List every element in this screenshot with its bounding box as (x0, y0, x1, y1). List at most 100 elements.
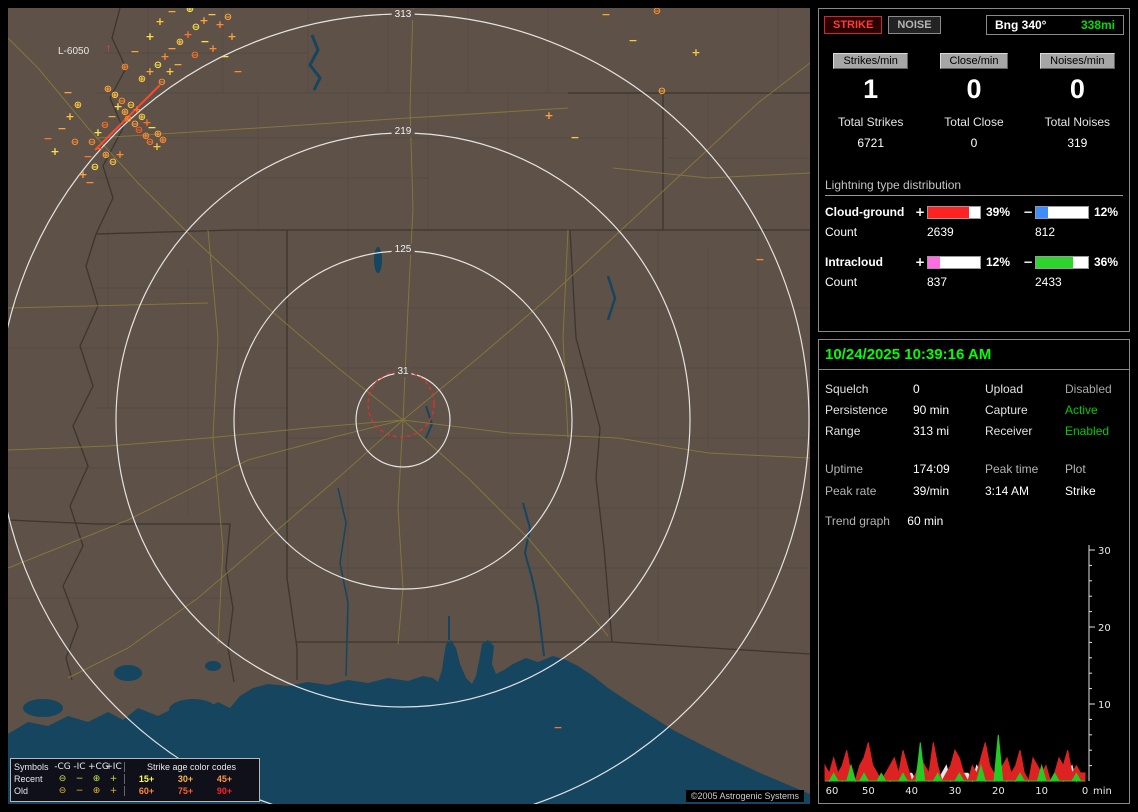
strikes-per-min-value: 1 (863, 74, 879, 104)
svg-text:⊖: ⊖ (658, 86, 666, 97)
svg-text:−: − (85, 176, 94, 189)
datetime-display: 10/24/2025 10:39:16 AM (819, 340, 1129, 370)
strike-button[interactable]: STRIKE (824, 16, 883, 34)
cg-positive-count: 2639 (927, 225, 954, 239)
circled-minus-icon: ⊖ (58, 774, 67, 784)
age-code: 90+ (216, 786, 233, 796)
lightning-map[interactable]: ⊕ ⊕ ⊖ + ⊕ ⊖ + ⊕ ⊖ ⊕ + ⊖ ⊕ − ⊕ ⊖ + ⊕ − ⊖ + ⊖ − ⊕ ⊖ + − ⊖ + − ⊕ + ⊖ + − ⊕ + ⊖ + −… (8, 8, 810, 804)
svg-text:−: − (63, 86, 72, 99)
svg-text:10: 10 (1098, 700, 1111, 711)
ic-positive-count: 837 (927, 275, 948, 289)
bearing-value: Bng 340° (995, 18, 1047, 32)
legend-col-neg-cg: -CG (54, 762, 71, 772)
bearing-display: Bng 340° 338mi (986, 15, 1124, 35)
intracloud-label: Intracloud (825, 255, 884, 269)
cg-positive-pct: 39% (986, 205, 1011, 219)
total-close-label: Total Close (944, 115, 1004, 129)
svg-text:⊕: ⊕ (121, 62, 129, 73)
age-code: 60+ (138, 786, 155, 796)
cg-negative-pct: 12% (1094, 205, 1119, 219)
squelch-label: Squelch (825, 382, 869, 396)
svg-text:−: − (130, 45, 139, 58)
close-per-min-badge[interactable]: Close/min (939, 53, 1009, 69)
cg-positive-bar (927, 205, 981, 219)
legend-symbols-header: Symbols (14, 762, 49, 772)
plot-label: Plot (1065, 462, 1086, 476)
svg-text:−: − (220, 50, 229, 63)
total-noises-label: Total Noises (1044, 115, 1111, 129)
svg-text:50: 50 (862, 786, 875, 797)
copyright-notice: ©2005 Astrogenic Systems (685, 790, 804, 802)
svg-text:⊕: ⊕ (186, 8, 194, 15)
svg-text:10: 10 (1035, 786, 1048, 797)
status-fields: Squelch 0 Upload Disabled Persistence 90… (819, 370, 1129, 438)
circled-minus-icon: ⊖ (58, 786, 67, 796)
lakes (23, 247, 382, 721)
svg-text:⊕: ⊕ (159, 135, 167, 146)
legend-col-pos-ic: +IC (105, 762, 122, 772)
cg-negative-bar (1035, 205, 1089, 219)
cg-negative-count: 812 (1035, 225, 1056, 239)
circled-plus-icon: ⊕ (92, 786, 101, 796)
age-code: 15+ (138, 774, 155, 784)
minus-sign: − (1022, 255, 1034, 269)
noises-per-min-value: 0 (1069, 74, 1085, 104)
svg-text:−: − (755, 253, 764, 266)
storm-direction-icon: ↑ (106, 43, 111, 54)
minus-icon: − (75, 786, 84, 796)
total-noises-value: 319 (1067, 136, 1088, 150)
bearing-range-value: 338mi (1080, 18, 1115, 32)
range-ring-label: 31 (394, 366, 412, 377)
noise-button[interactable]: NOISE (888, 16, 941, 34)
storm-cell-label: L-6050 (58, 46, 90, 57)
squelch-value: 0 (913, 382, 920, 396)
distribution-header: Lightning type distribution (825, 178, 1123, 196)
plus-sign: + (914, 205, 926, 219)
close-per-min-value: 0 (966, 74, 982, 104)
svg-text:−: − (173, 58, 182, 71)
svg-text:30: 30 (949, 786, 962, 797)
svg-text:20: 20 (992, 786, 1005, 797)
ic-positive-pct: 12% (986, 255, 1011, 269)
range-label: Range (825, 424, 861, 438)
count-label: Count (825, 225, 858, 239)
svg-text:⊖: ⊖ (224, 12, 232, 23)
svg-text:20: 20 (1098, 623, 1111, 634)
cloud-ground-label: Cloud-ground (825, 205, 905, 219)
range-ring-label: 219 (391, 126, 415, 137)
svg-text:−: − (553, 721, 562, 734)
receiver-status: Enabled (1065, 424, 1110, 438)
svg-text:−: − (43, 132, 52, 145)
svg-text:−: − (601, 8, 610, 21)
trend-graph-row: Trend graph 60 min (819, 498, 1129, 528)
minus-icon: − (75, 774, 84, 784)
trend-graph-chart: 10 20 30 60 50 40 30 20 10 0 min (823, 539, 1125, 797)
total-strikes-value: 6721 (857, 136, 885, 150)
legend-recent-row: Recent ⊖ − ⊕ + 15+ 30+ 45+ (14, 773, 256, 785)
plus-icon: + (109, 786, 118, 796)
svg-text:+: + (145, 30, 154, 43)
strikes-per-min-badge[interactable]: Strikes/min (833, 53, 908, 69)
uptime-value: 174:09 (913, 462, 950, 476)
svg-text:⊖: ⊖ (91, 162, 99, 173)
svg-text:−: − (570, 131, 579, 144)
legend-age-header: Strike age color codes (146, 762, 237, 772)
plot-value: Strike (1065, 484, 1096, 498)
noises-per-min-badge[interactable]: Noises/min (1040, 53, 1115, 69)
ic-negative-pct: 36% (1094, 255, 1119, 269)
legend-old-label: Old (14, 786, 29, 796)
minus-sign: − (1022, 205, 1034, 219)
svg-text:30: 30 (1098, 546, 1111, 557)
svg-text:0: 0 (1082, 786, 1088, 797)
capture-label: Capture (985, 403, 1028, 417)
cloud-ground-row: Cloud-ground + 39% − 12% (819, 196, 1129, 219)
svg-text:⊖: ⊖ (71, 137, 79, 148)
svg-text:+: + (208, 42, 217, 55)
svg-text:−: − (233, 65, 242, 78)
ic-negative-bar (1035, 255, 1089, 269)
legend-col-pos-cg: +CG (88, 762, 109, 772)
range-ring-label: 313 (391, 9, 415, 20)
receiver-label: Receiver (985, 424, 1033, 438)
capture-status: Active (1065, 403, 1098, 417)
svg-text:+: + (65, 110, 74, 123)
